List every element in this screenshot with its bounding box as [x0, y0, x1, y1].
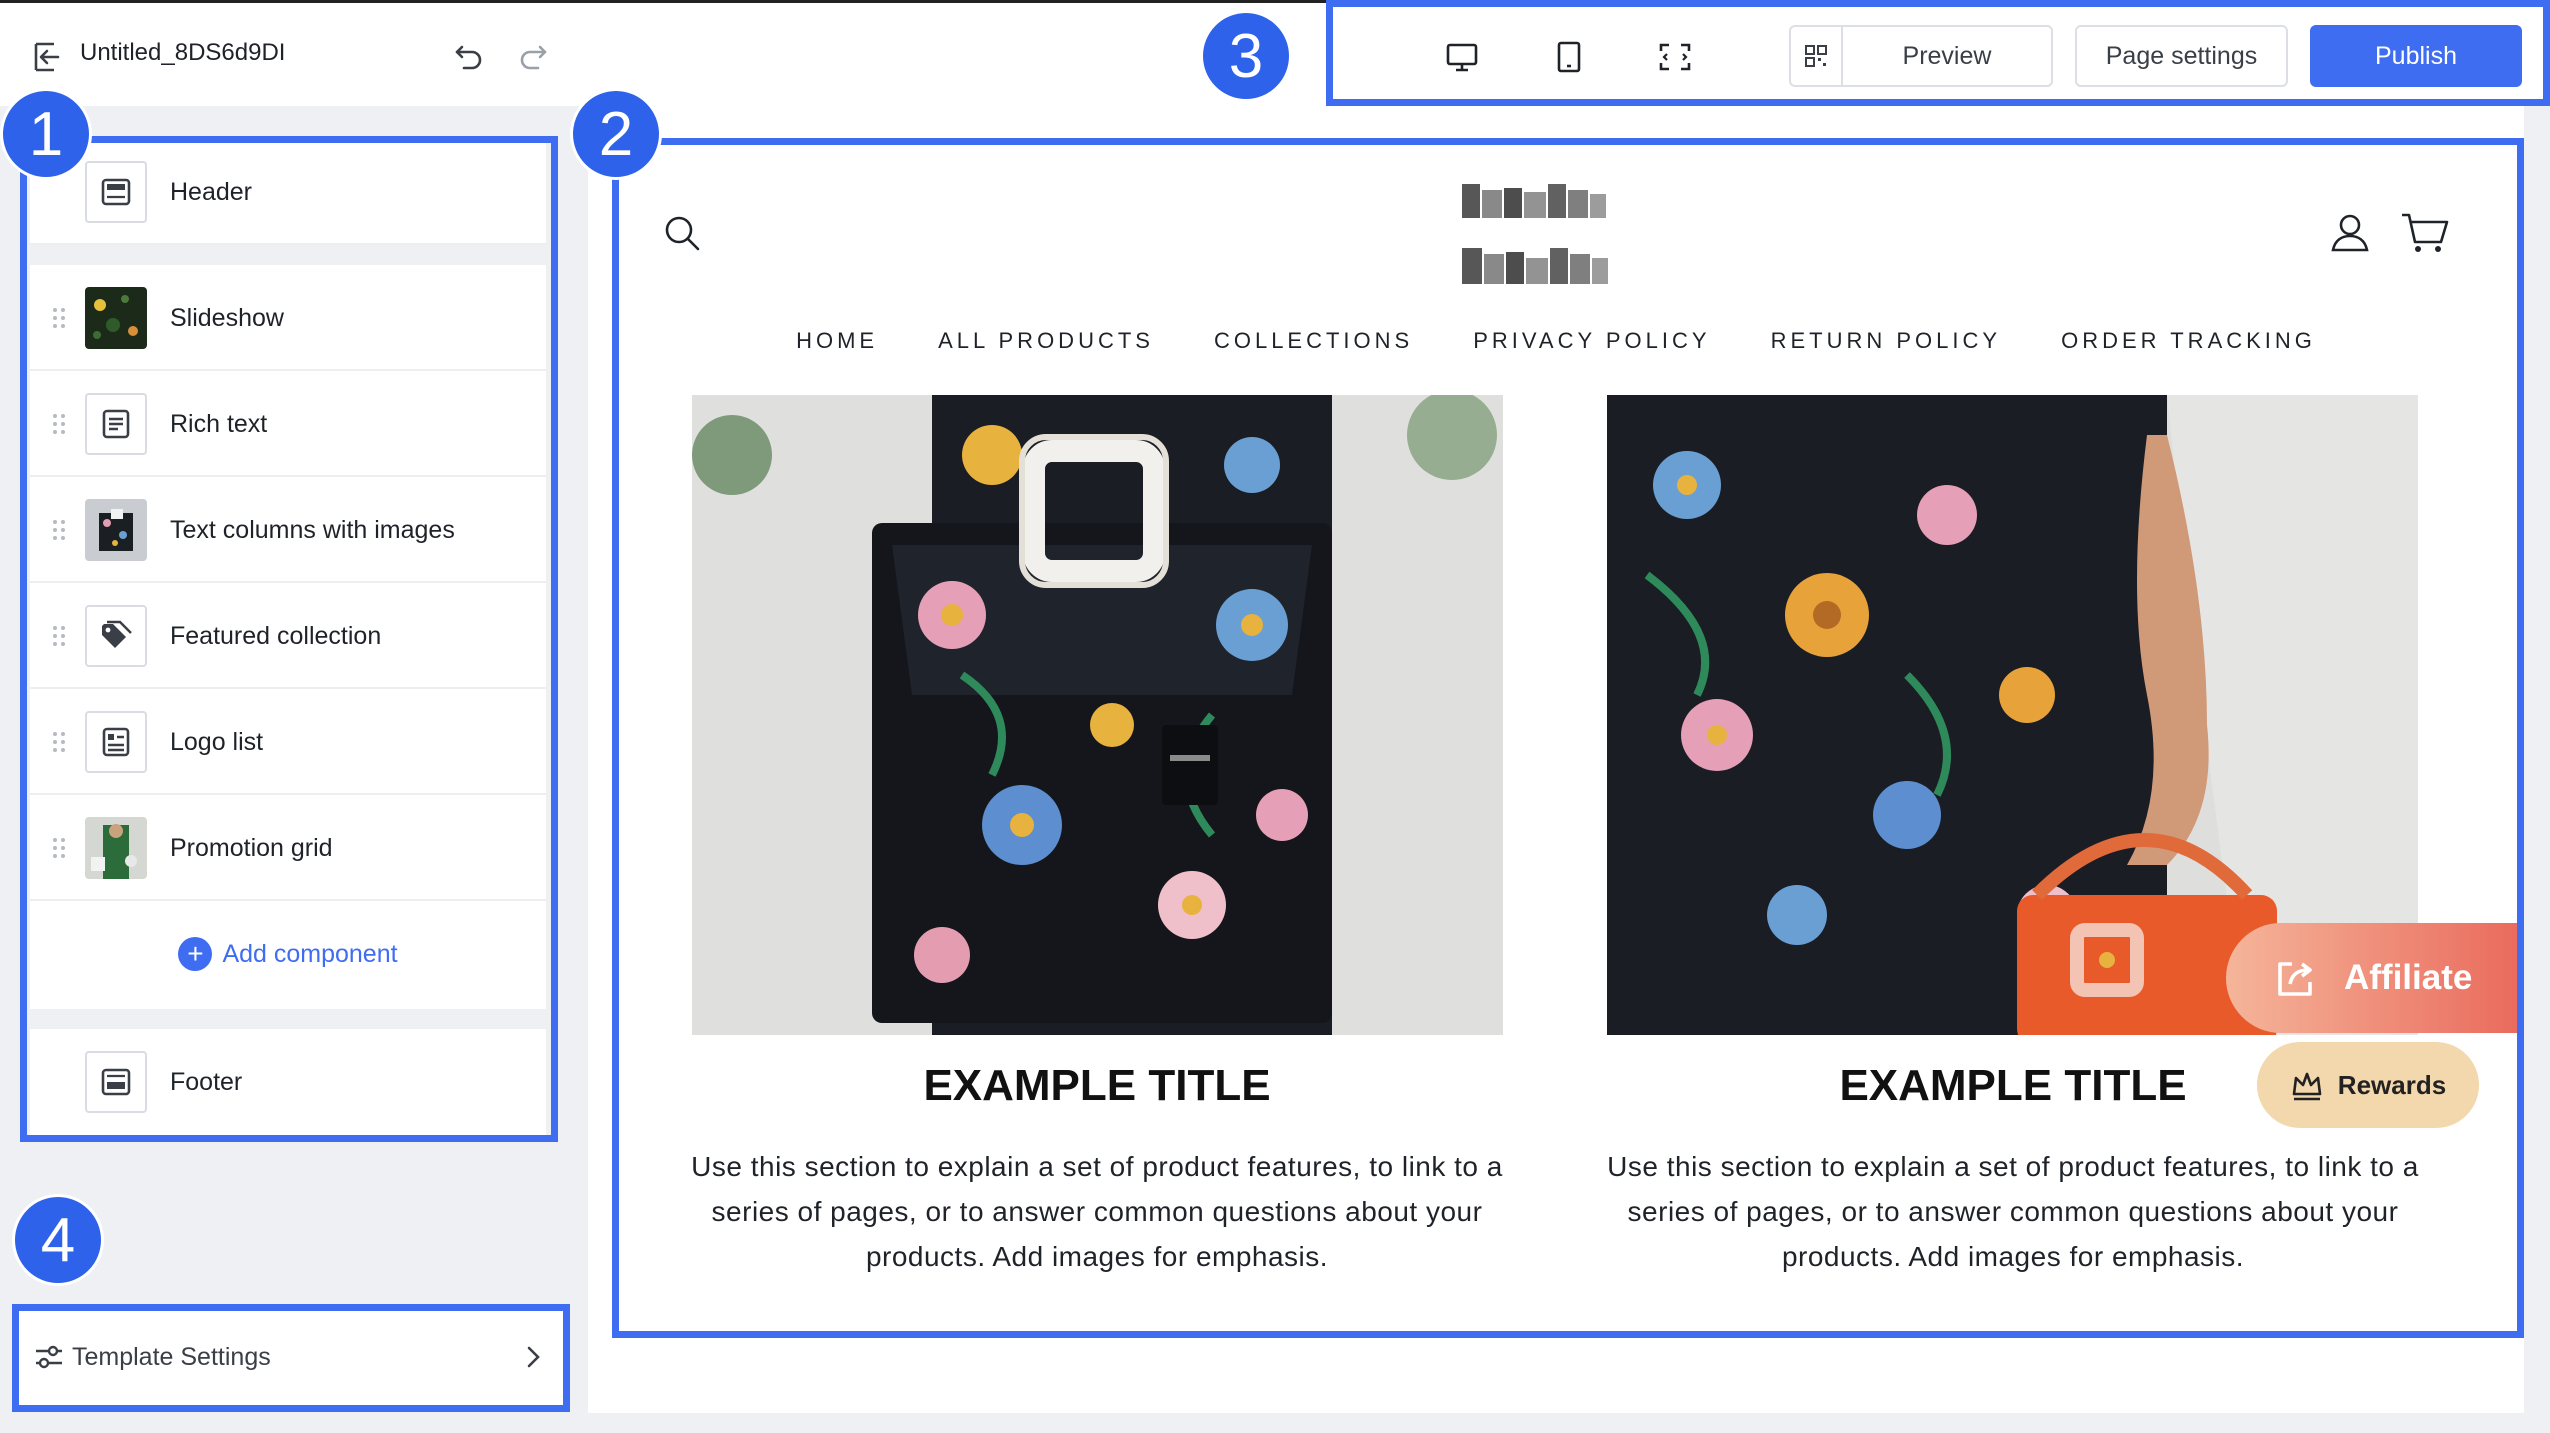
- highlight-region-component-list: [20, 136, 558, 1142]
- annotation-badge-4: 4: [12, 1194, 104, 1286]
- highlight-region-toolbar: [1326, 0, 2550, 106]
- annotation-badge-3: 3: [1200, 10, 1292, 102]
- annotation-badge-2: 2: [570, 88, 662, 180]
- highlight-region-template-settings: [12, 1304, 570, 1412]
- annotation-badge-1: 1: [0, 88, 92, 180]
- highlight-region-canvas: [612, 138, 2524, 1338]
- redo-icon[interactable]: [516, 39, 550, 73]
- exit-editor-icon[interactable]: [28, 39, 64, 75]
- page-title[interactable]: Untitled_8DS6d9DI: [80, 39, 285, 67]
- undo-icon[interactable]: [452, 39, 486, 73]
